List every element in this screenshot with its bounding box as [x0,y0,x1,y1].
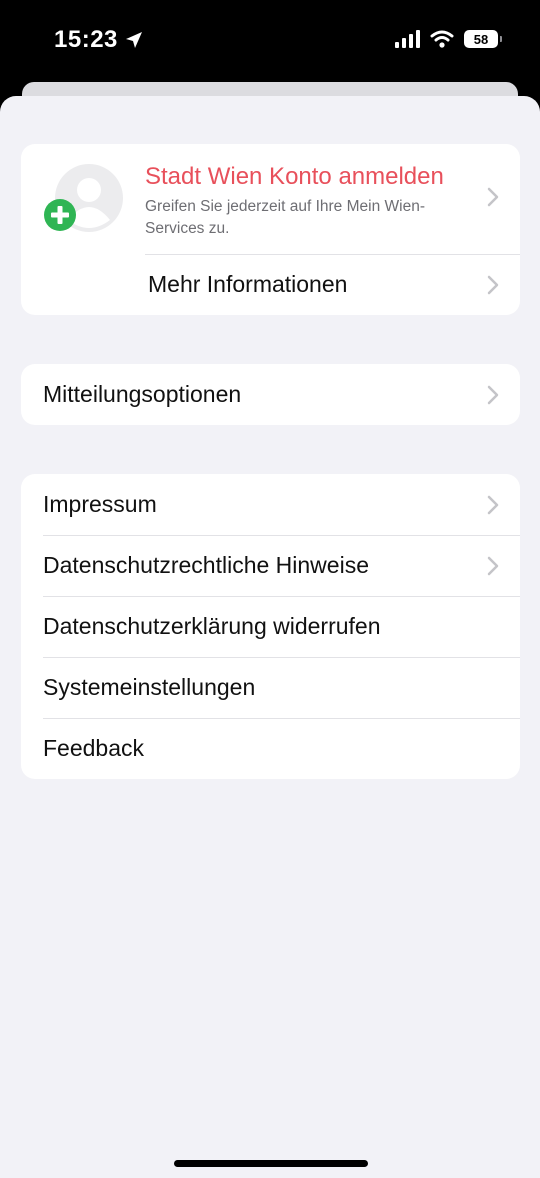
chevron-right-icon [487,495,499,514]
account-login-title: Stadt Wien Konto anmelden [145,163,444,190]
revoke-privacy-consent-label: Datenschutzerklärung widerrufen [43,613,381,639]
privacy-notice-row[interactable]: Datenschutzrechtliche Hinweise [21,535,520,596]
notification-options-label: Mitteilungsoptionen [43,381,242,407]
cellular-signal-icon [395,30,420,48]
revoke-privacy-consent-row[interactable]: Datenschutzerklärung widerrufen [21,596,520,657]
chevron-right-icon [487,385,499,404]
status-time-group: 15:23 [54,26,144,54]
status-bar: 15:23 58 [0,0,540,84]
system-settings-row[interactable]: Systemeinstellungen [21,657,520,718]
chevron-right-icon [487,275,499,294]
notification-options-row[interactable]: Mitteilungsoptionen [21,364,520,425]
status-time: 15:23 [54,26,118,53]
more-information-label: Mehr Informationen [148,271,348,297]
system-settings-label: Systemeinstellungen [43,674,256,700]
legal-card: Impressum Datenschutzrechtliche Hinweise… [21,474,520,779]
status-indicators: 58 [395,30,502,48]
account-card: Stadt Wien Konto anmelden Greifen Sie je… [21,144,520,315]
imprint-row[interactable]: Impressum [21,474,520,535]
location-arrow-icon [125,32,142,48]
chevron-right-icon [487,556,499,575]
battery-level: 58 [473,31,489,47]
settings-sheet: Stadt Wien Konto anmelden Greifen Sie je… [0,96,540,1178]
more-information-row[interactable]: Mehr Informationen [21,254,520,315]
account-login-subtitle: Greifen Sie jederzeit auf Ihre Mein Wien… [145,198,425,237]
imprint-label: Impressum [43,491,157,517]
notifications-card: Mitteilungsoptionen [21,364,520,425]
account-login-row[interactable]: Stadt Wien Konto anmelden Greifen Sie je… [21,144,520,254]
add-account-plus-icon [44,199,76,231]
battery-icon: 58 [464,30,502,48]
chevron-right-icon [487,187,499,207]
privacy-notice-label: Datenschutzrechtliche Hinweise [43,552,369,578]
wifi-icon [430,30,454,48]
feedback-row[interactable]: Feedback [21,718,520,779]
feedback-label: Feedback [43,735,145,761]
home-indicator[interactable] [174,1160,368,1167]
